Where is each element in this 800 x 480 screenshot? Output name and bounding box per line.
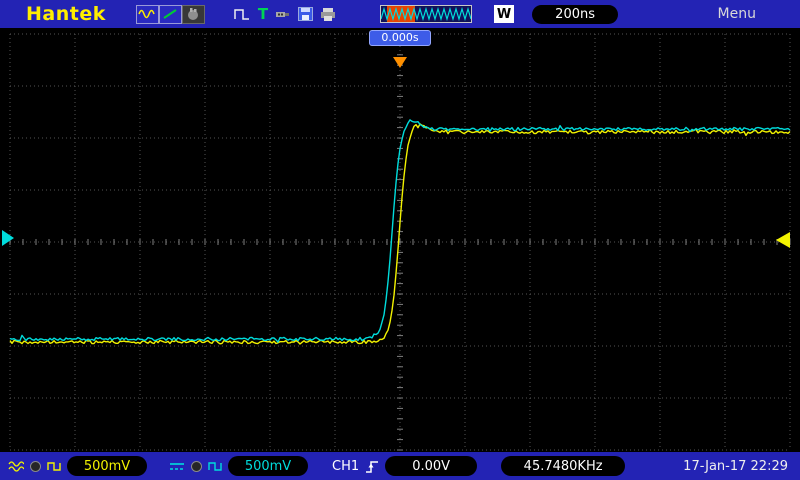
pulse-icon[interactable] bbox=[233, 7, 251, 21]
ch2-scale-display: 500mV bbox=[228, 456, 308, 476]
trigger-level-display: 0.00V bbox=[385, 456, 478, 476]
channel-position-marker bbox=[2, 230, 14, 246]
ch1-scale-display: 500mV bbox=[67, 456, 147, 476]
scope-screen: 0.000s bbox=[0, 28, 800, 452]
hand-tool-icon[interactable] bbox=[181, 4, 205, 24]
trigger-slope-icon bbox=[365, 459, 379, 474]
top-bar: Hantek T W 200ns Menu bbox=[0, 0, 800, 28]
toolbar-flat-group: T bbox=[233, 6, 336, 22]
trigger-time-badge[interactable]: 0.000s bbox=[369, 30, 431, 46]
brand-logo: Hantek bbox=[26, 3, 106, 25]
ch1-status: 500mV bbox=[8, 456, 147, 476]
printer-icon[interactable] bbox=[320, 7, 336, 21]
menu-button[interactable]: Menu bbox=[718, 6, 756, 22]
waveform-display-icon[interactable] bbox=[135, 4, 159, 24]
graticule-canvas bbox=[2, 33, 791, 451]
bottom-bar: 500mV 500mV CH1 0.00V 45.7480KHz 17-Jan-… bbox=[0, 452, 800, 480]
ch1-bwlimit-icon bbox=[29, 460, 42, 473]
ch2-dc-coupling-icon bbox=[169, 461, 185, 471]
timebase-display: 200ns bbox=[532, 4, 619, 24]
trigger-source-label: CH1 bbox=[332, 458, 360, 474]
ch1-ac-coupling-icon bbox=[8, 460, 24, 472]
usb-icon[interactable] bbox=[275, 8, 291, 20]
save-icon[interactable] bbox=[298, 7, 314, 21]
trigger-t-icon[interactable]: T bbox=[258, 6, 268, 22]
ch1-squarewave-icon bbox=[47, 461, 62, 472]
zoom-window-button[interactable]: W bbox=[494, 5, 515, 23]
toolbar-box-group bbox=[135, 4, 205, 24]
ch2-status: 500mV bbox=[169, 456, 308, 476]
line-tool-icon[interactable] bbox=[158, 4, 182, 24]
trigger-position-marker bbox=[393, 57, 407, 68]
frequency-display: 45.7480KHz bbox=[501, 456, 626, 476]
trigger-level-marker bbox=[776, 232, 790, 248]
memory-window[interactable] bbox=[380, 5, 473, 23]
trigger-status: CH1 0.00V bbox=[332, 456, 478, 476]
ch2-squarewave-icon bbox=[208, 461, 223, 472]
datetime-label: 17-Jan-17 22:29 bbox=[683, 458, 788, 474]
ch2-bwlimit-icon bbox=[190, 460, 203, 473]
